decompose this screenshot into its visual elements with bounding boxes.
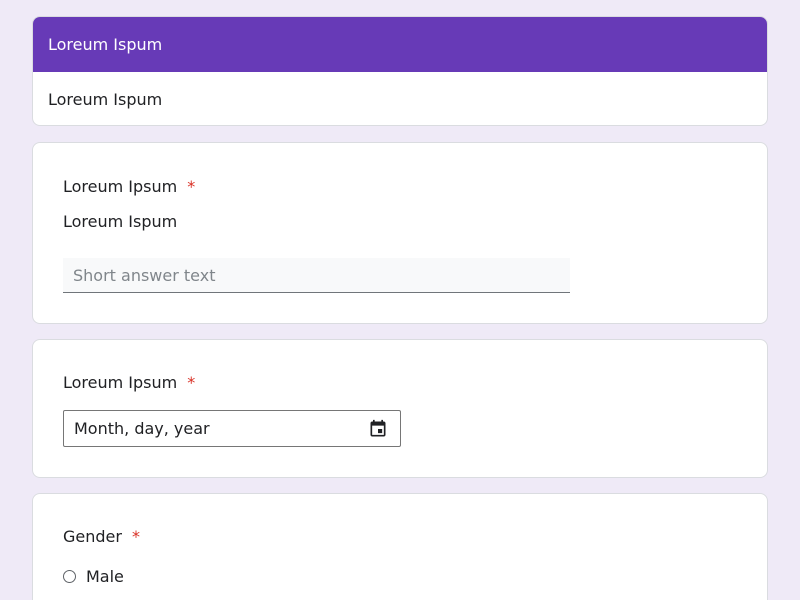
question-description: Loreum Ispum (63, 212, 178, 231)
form-title: Loreum Ispum (33, 17, 767, 72)
required-asterisk: * (187, 177, 196, 196)
question-card-date: Loreum Ipsum * Month, day, year (32, 339, 768, 478)
question-card-gender: Gender * Male (32, 493, 768, 600)
date-input[interactable]: Month, day, year (63, 410, 401, 447)
question-card-short-answer: Loreum Ipsum * Loreum Ispum (32, 142, 768, 324)
radio-option-male[interactable]: Male (63, 567, 124, 586)
question-title: Gender * (63, 527, 140, 546)
date-placeholder: Month, day, year (74, 419, 210, 438)
question-title: Loreum Ipsum * (63, 177, 195, 196)
form-page: Loreum Ispum Loreum Ispum Loreum Ipsum * … (0, 0, 800, 600)
question-title-text: Gender (63, 527, 122, 546)
short-answer-input[interactable] (63, 258, 570, 293)
radio-button[interactable] (63, 570, 76, 583)
question-title: Loreum Ipsum * (63, 373, 195, 392)
radio-label: Male (86, 567, 124, 586)
form-description: Loreum Ispum (48, 90, 163, 109)
required-asterisk: * (131, 527, 140, 546)
question-title-text: Loreum Ipsum (63, 177, 178, 196)
question-title-text: Loreum Ipsum (63, 373, 178, 392)
calendar-icon[interactable] (368, 419, 388, 439)
form-header-card: Loreum Ispum Loreum Ispum (32, 16, 768, 126)
required-asterisk: * (187, 373, 196, 392)
